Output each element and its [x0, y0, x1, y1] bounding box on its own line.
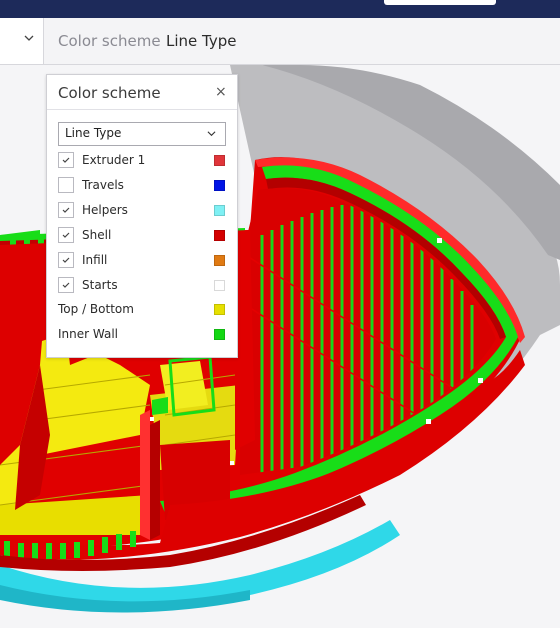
legend-label: Shell: [82, 228, 112, 242]
legend-row-starts[interactable]: Starts: [58, 276, 228, 296]
legend-label: Travels: [82, 178, 124, 192]
stage-menu-dropdown[interactable]: [0, 18, 44, 64]
color-scheme-panel: Color scheme × Line Type Extruder 1 Trave…: [46, 74, 238, 358]
legend-row-inner-wall: Inner Wall: [58, 325, 228, 345]
legend-label: Helpers: [82, 203, 128, 217]
legend-color-swatch: [214, 230, 225, 241]
legend-checkbox[interactable]: [58, 277, 74, 293]
legend-row-top-bottom: Top / Bottom: [58, 300, 228, 320]
legend-label: Inner Wall: [58, 327, 118, 341]
legend-row-shell[interactable]: Shell: [58, 226, 228, 246]
check-icon: [62, 282, 70, 288]
legend-row-extruder-1[interactable]: Extruder 1: [58, 151, 228, 171]
legend-row-travels[interactable]: Travels: [58, 176, 228, 196]
color-scheme-header-label: Color scheme: [58, 32, 161, 50]
legend-checkbox[interactable]: [58, 177, 74, 193]
color-scheme-select[interactable]: Line Type: [58, 122, 226, 146]
check-icon: [62, 232, 70, 238]
top-action-button[interactable]: [384, 0, 496, 5]
color-scheme-header-value[interactable]: Line Type: [166, 32, 236, 50]
legend-label: Extruder 1: [82, 153, 146, 167]
view-header: Color scheme Line Type: [0, 18, 560, 65]
top-toolbar: [0, 0, 560, 18]
legend-color-swatch: [214, 180, 225, 191]
legend-color-swatch: [214, 304, 225, 315]
legend-color-swatch: [214, 280, 225, 291]
legend-color-swatch: [214, 329, 225, 340]
legend-label: Starts: [82, 278, 118, 292]
legend-color-swatch: [214, 205, 225, 216]
close-icon[interactable]: ×: [215, 84, 227, 100]
chevron-down-icon: [207, 131, 216, 137]
legend-color-swatch: [214, 255, 225, 266]
color-scheme-select-value: Line Type: [65, 126, 122, 140]
panel-title: Color scheme: [58, 84, 161, 102]
panel-divider: [47, 109, 237, 110]
check-icon: [62, 157, 70, 163]
check-icon: [62, 207, 70, 213]
chevron-down-icon: [24, 35, 34, 41]
legend-label: Top / Bottom: [58, 302, 134, 316]
legend-color-swatch: [214, 155, 225, 166]
check-icon: [62, 257, 70, 263]
legend-checkbox[interactable]: [58, 227, 74, 243]
legend-checkbox[interactable]: [58, 252, 74, 268]
legend-row-infill[interactable]: Infill: [58, 251, 228, 271]
legend-checkbox[interactable]: [58, 152, 74, 168]
legend-checkbox[interactable]: [58, 202, 74, 218]
legend-label: Infill: [82, 253, 108, 267]
legend-row-helpers[interactable]: Helpers: [58, 201, 228, 221]
